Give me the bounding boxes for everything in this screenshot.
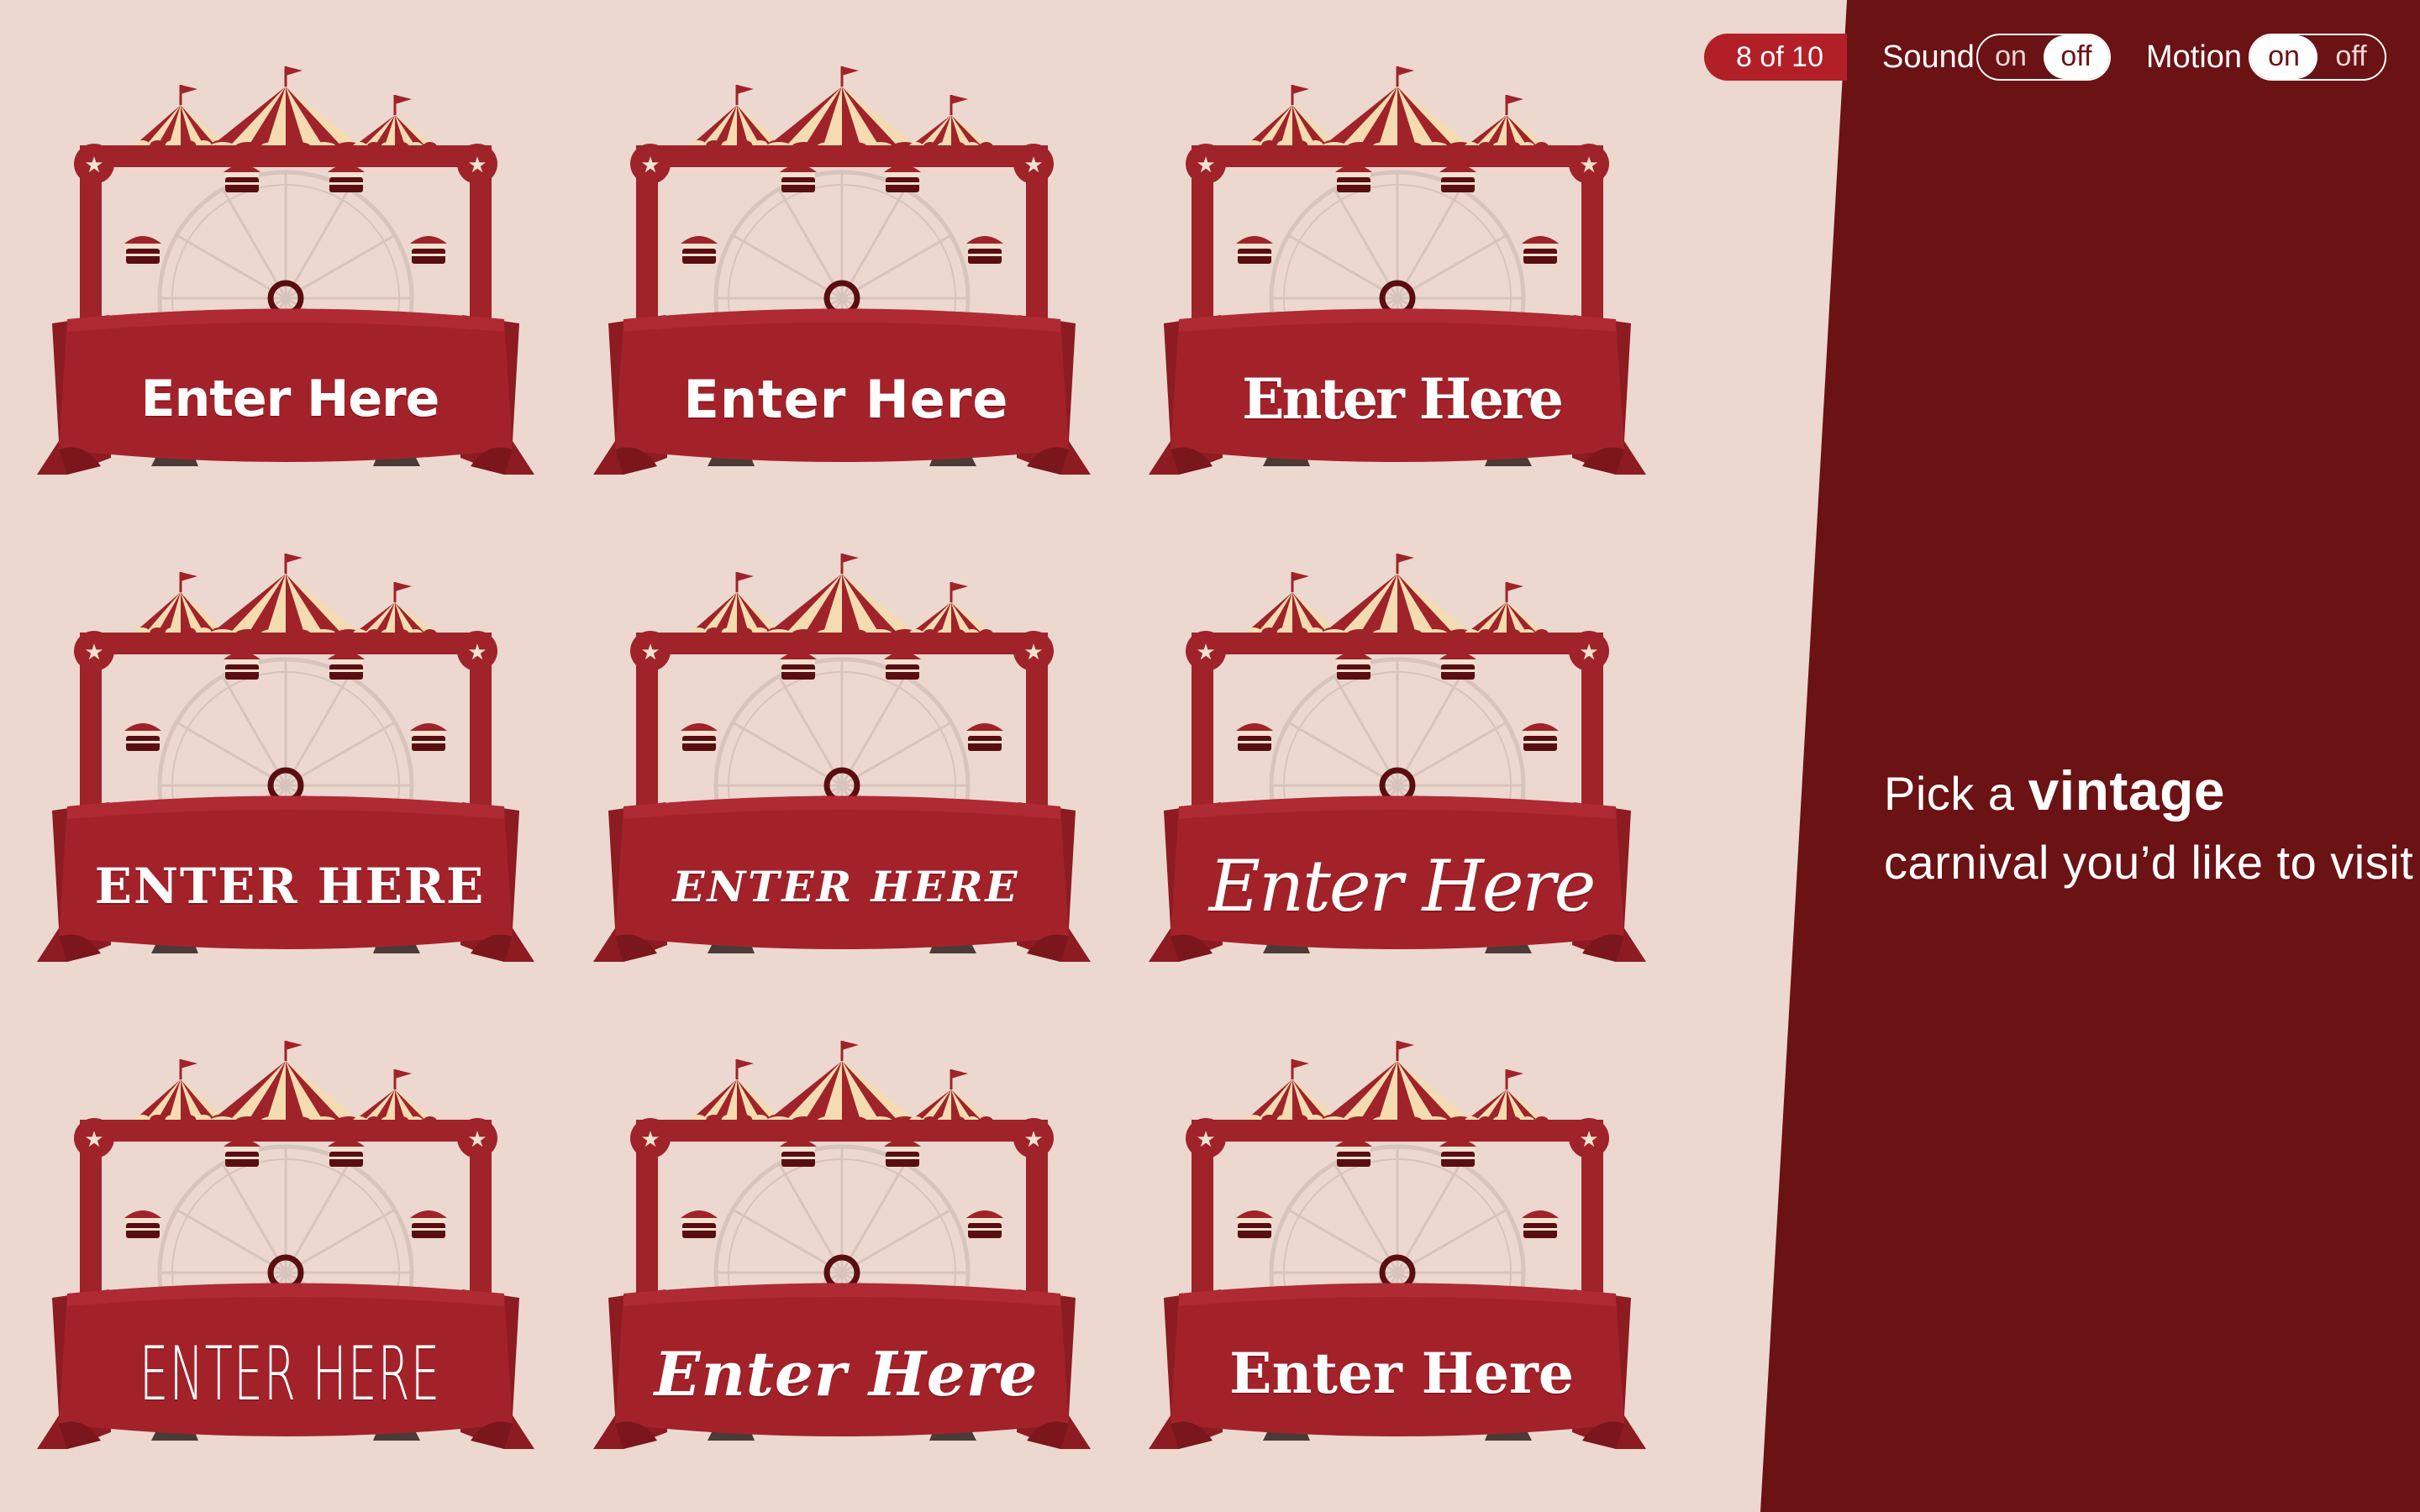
enter-here-label: Enter Here <box>140 370 440 428</box>
carnival-option-card[interactable]: ★ ★ Enter Here <box>34 46 538 517</box>
carnival-option-card[interactable]: ★ ★ Enter Here <box>1145 1021 1649 1491</box>
svg-text:★: ★ <box>1023 640 1043 665</box>
svg-text:★: ★ <box>84 640 103 665</box>
svg-text:★: ★ <box>640 153 660 178</box>
motion-on-option[interactable]: on <box>2250 35 2317 79</box>
motion-off-option[interactable]: off <box>2317 35 2385 79</box>
svg-text:★: ★ <box>467 640 487 665</box>
prompt-post: carnival you’d like to visit <box>1884 836 2414 889</box>
prompt-pre: Pick a <box>1884 767 2015 820</box>
motion-toggle[interactable]: on off <box>2249 34 2386 81</box>
svg-text:★: ★ <box>640 1127 660 1152</box>
svg-text:★: ★ <box>84 1127 103 1152</box>
carnival-option-card[interactable]: ★ ★ ENTER HERE <box>590 533 1094 1004</box>
enter-here-label: Enter Here <box>1229 1341 1574 1406</box>
carnival-option-card[interactable]: ★ ★ ENTER HERE <box>34 533 538 1004</box>
svg-text:★: ★ <box>1196 1127 1215 1152</box>
svg-text:★: ★ <box>467 153 487 178</box>
svg-text:★: ★ <box>1579 1127 1598 1152</box>
enter-here-label: Enter Here <box>683 368 1009 430</box>
svg-text:★: ★ <box>1023 153 1043 178</box>
svg-text:★: ★ <box>1579 153 1598 178</box>
enter-here-label: Enter Here <box>1208 845 1597 927</box>
svg-text:★: ★ <box>467 1127 487 1152</box>
progress-indicator: 8 of 10 <box>1704 34 1847 81</box>
carnival-option-card[interactable]: ★ ★ ENTER HERE <box>34 1021 538 1491</box>
enter-here-label: ENTER HERE <box>139 1330 441 1417</box>
sound-off-option[interactable]: off <box>2044 35 2109 79</box>
enter-here-label: ENTER HERE <box>672 861 1020 911</box>
enter-here-label: ENTER HERE <box>94 858 486 915</box>
sound-toggle[interactable]: on off <box>1976 34 2111 81</box>
enter-here-label: Enter Here <box>1242 366 1564 432</box>
carnival-option-card[interactable]: ★ ★ Enter Here <box>590 46 1094 517</box>
question-prompt: Pick a vintage carnival you’d like to vi… <box>1884 756 2413 897</box>
carnival-option-card[interactable]: ★ ★ Enter Here <box>1145 46 1649 517</box>
svg-text:★: ★ <box>84 153 103 178</box>
sound-label: Sound <box>1882 39 1975 75</box>
svg-text:★: ★ <box>1023 1127 1043 1152</box>
carnival-option-card[interactable]: ★ ★ Enter Here <box>590 1021 1094 1491</box>
enter-here-label: Enter Here <box>654 1337 1039 1410</box>
svg-text:★: ★ <box>640 640 660 665</box>
carnival-option-card[interactable]: ★ ★ Enter Here <box>1145 533 1649 1004</box>
svg-text:★: ★ <box>1196 153 1215 178</box>
svg-text:★: ★ <box>1579 640 1598 665</box>
sound-on-option[interactable]: on <box>1978 35 2044 79</box>
svg-text:★: ★ <box>1196 640 1215 665</box>
motion-label: Motion <box>2146 39 2243 75</box>
prompt-emphasis: vintage <box>2028 759 2226 822</box>
